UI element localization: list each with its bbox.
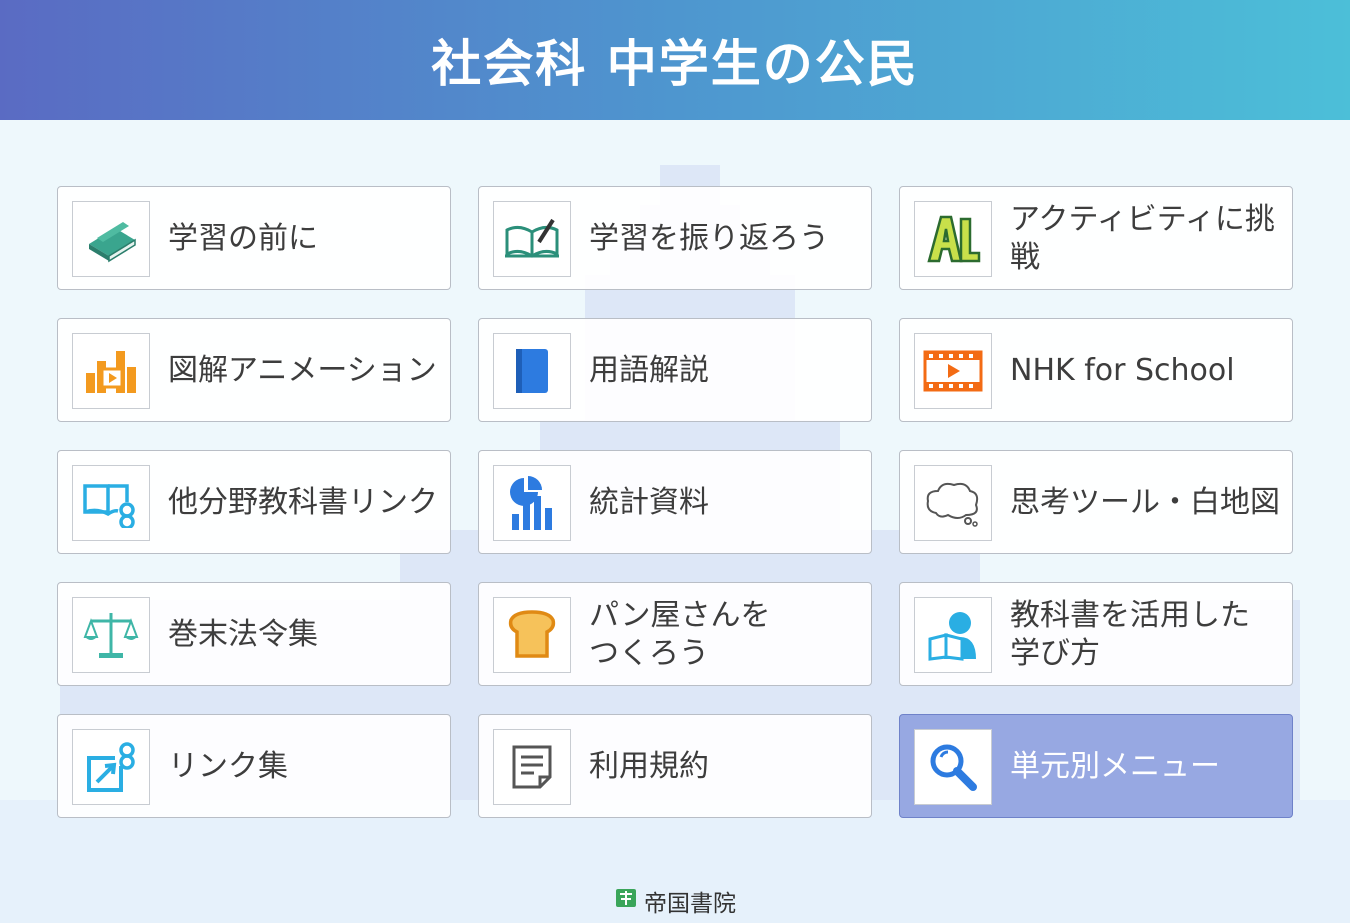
- thought-bubble-icon: [914, 465, 992, 541]
- publisher-footer: 帝国書院: [0, 884, 1350, 918]
- menu-tile-unit-menu[interactable]: 単元別メニュー: [899, 714, 1293, 818]
- menu-tile-nhk[interactable]: NHK for School: [899, 318, 1293, 422]
- menu-tile-label: 学習を振り返ろう: [589, 221, 829, 256]
- menu-tile-bakery[interactable]: パン屋さんを つくろう: [478, 582, 872, 686]
- menu-tile-review[interactable]: 学習を振り返ろう: [478, 186, 872, 290]
- menu-tile-label: 利用規約: [589, 749, 709, 784]
- menu-tile-label: パン屋さんを つくろう: [589, 598, 771, 671]
- external-link-icon: [72, 729, 150, 805]
- scales-icon: [72, 597, 150, 673]
- document-icon: [493, 729, 571, 805]
- menu-tile-glossary[interactable]: 用語解説: [478, 318, 872, 422]
- menu-tile-thinking-tools[interactable]: 思考ツール・白地図: [899, 450, 1293, 554]
- book-icon: [72, 201, 150, 277]
- menu-tile-label: 学習の前に: [168, 221, 318, 256]
- menu-tile-statistics[interactable]: 統計資料: [478, 450, 872, 554]
- menu-tile-label: アクティビティに挑戦: [1010, 202, 1275, 275]
- book-link-icon: [72, 465, 150, 541]
- menu-tile-terms-of-use[interactable]: 利用規約: [478, 714, 872, 818]
- menu-tile-label: リンク集: [168, 749, 288, 784]
- student-reading-icon: [914, 597, 992, 673]
- menu-tile-label: NHK for School: [1010, 353, 1235, 388]
- menu-tile-before-study[interactable]: 学習の前に: [57, 186, 451, 290]
- page-header: 社会科 中学生の公民: [0, 0, 1350, 120]
- page-title: 社会科 中学生の公民: [431, 35, 919, 93]
- menu-tile-label: 思考ツール・白地図: [1010, 485, 1280, 520]
- menu-tile-label: 単元別メニュー: [1010, 749, 1220, 784]
- publisher-logo-icon: [614, 886, 638, 916]
- menu-tile-animation[interactable]: 図解アニメーション: [57, 318, 451, 422]
- menu-tile-label: 図解アニメーション: [168, 353, 437, 388]
- menu-tile-label: 教科書を活用した 学び方: [1010, 598, 1250, 671]
- menu-tile-label: 他分野教科書リンク: [168, 485, 438, 520]
- menu-tile-label: 統計資料: [589, 485, 709, 520]
- menu-tile-legal-appendix[interactable]: 巻末法令集: [57, 582, 451, 686]
- animation-chart-icon: [72, 333, 150, 409]
- bread-icon: [493, 597, 571, 673]
- search-icon: [914, 729, 992, 805]
- statistics-icon: [493, 465, 571, 541]
- film-play-icon: [914, 333, 992, 409]
- menu-tile-activity[interactable]: アクティビティに挑戦: [899, 186, 1293, 290]
- menu-tile-links[interactable]: リンク集: [57, 714, 451, 818]
- dictionary-icon: [493, 333, 571, 409]
- menu-tile-other-textbook-link[interactable]: 他分野教科書リンク: [57, 450, 451, 554]
- menu-tile-label: 用語解説: [589, 353, 709, 388]
- open-book-pen-icon: [493, 201, 571, 277]
- menu-tile-label: 巻末法令集: [168, 617, 318, 652]
- al-logo-icon: [914, 201, 992, 277]
- menu-tile-textbook-usage[interactable]: 教科書を活用した 学び方: [899, 582, 1293, 686]
- publisher-name: 帝国書院: [644, 891, 736, 917]
